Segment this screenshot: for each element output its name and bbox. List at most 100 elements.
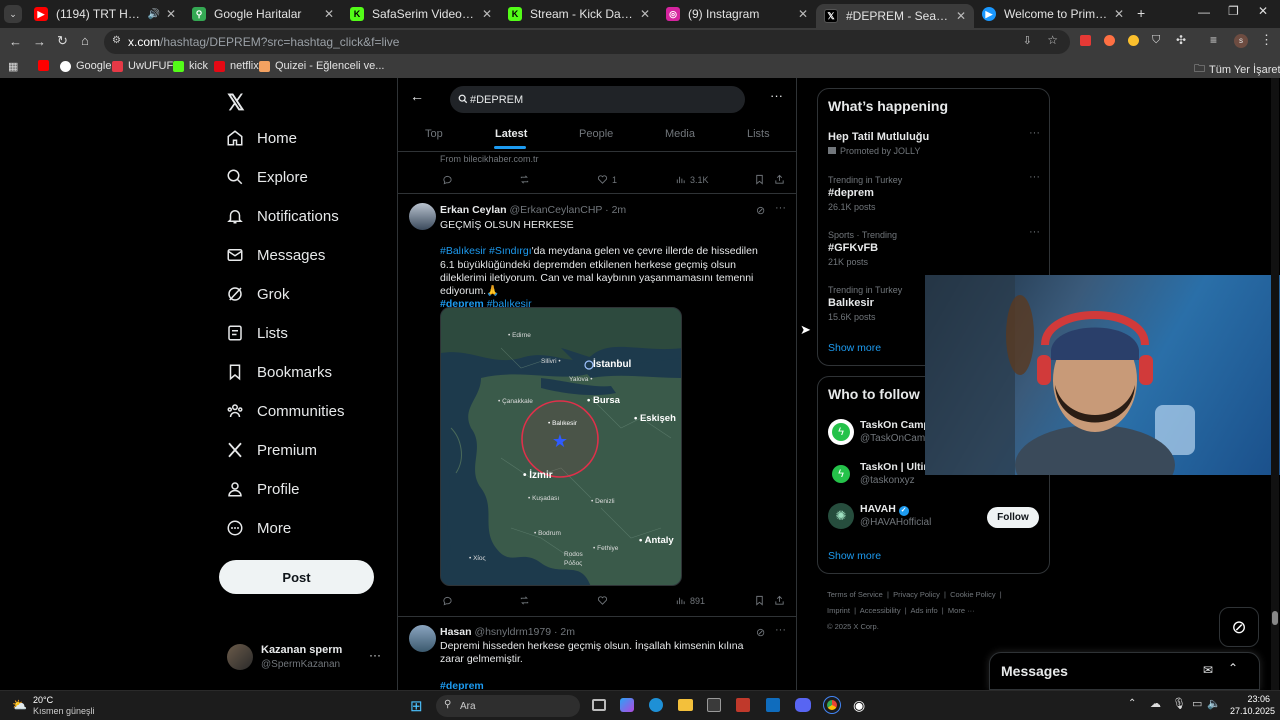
expand-icon[interactable]: ⌃: [1228, 661, 1238, 675]
close-tab-icon[interactable]: ✕: [956, 9, 966, 23]
app-icon[interactable]: [736, 698, 750, 712]
tab-latest[interactable]: Latest: [495, 128, 527, 140]
browser-tab-4[interactable]: K Stream - Kick Dashboard ✕: [500, 2, 658, 26]
extension-icon[interactable]: [1128, 35, 1139, 46]
follow-button[interactable]: Follow: [987, 507, 1039, 528]
search-input[interactable]: #DEPREM: [450, 86, 745, 113]
new-tab-icon[interactable]: +: [1137, 5, 1145, 21]
more-dots-icon[interactable]: ···: [1029, 171, 1040, 183]
nav-bookmarks[interactable]: Bookmarks: [226, 363, 332, 381]
more-dots-icon[interactable]: ···: [775, 202, 786, 214]
author-name[interactable]: Erkan Ceylan: [440, 204, 507, 216]
like-button[interactable]: [597, 595, 612, 606]
browser-tab-6-active[interactable]: 𝕏 #DEPREM - Search / X ✕: [816, 4, 974, 28]
share-button[interactable]: [774, 174, 789, 185]
bookmark-button[interactable]: [754, 595, 769, 606]
hashtag-link[interactable]: #Balıkesir #Sındırgı: [440, 245, 532, 257]
task-view-icon[interactable]: [592, 699, 606, 711]
file-explorer-icon[interactable]: [678, 699, 693, 711]
scrollbar[interactable]: [1271, 78, 1279, 690]
more-dots-icon[interactable]: ···: [369, 648, 381, 662]
shield-icon[interactable]: ⛉: [1152, 34, 1160, 47]
follow-suggestion[interactable]: ✺ HAVAH ✓ @HAVAHofficial Follow: [828, 501, 1040, 533]
outlook-icon[interactable]: [766, 698, 780, 712]
grok-icon[interactable]: ⊘: [756, 204, 765, 217]
hashtag-link[interactable]: #deprem: [440, 680, 484, 690]
more-dots-icon[interactable]: ···: [770, 88, 783, 103]
nav-more[interactable]: More: [226, 519, 291, 537]
chrome-icon[interactable]: [823, 696, 841, 714]
bookmark-kick[interactable]: kick: [173, 60, 208, 72]
nav-messages[interactable]: Messages: [226, 246, 325, 264]
x-logo-icon[interactable]: 𝕏: [227, 90, 245, 116]
footer-link[interactable]: More ···: [948, 606, 975, 615]
grok-icon[interactable]: ⊘: [756, 626, 765, 639]
edge-icon[interactable]: [649, 698, 663, 712]
trend-item[interactable]: Sports · Trending #GFKvFB 21K posts ···: [828, 226, 1040, 267]
new-message-icon[interactable]: ✉: [1203, 663, 1213, 677]
taskbar-search[interactable]: ⚲ Ara: [436, 695, 580, 717]
repost-button[interactable]: [519, 595, 534, 606]
cloud-icon[interactable]: ☁: [1150, 697, 1161, 710]
account-switcher[interactable]: Kazanan sperm @SpermKazanan ···: [219, 636, 389, 676]
browser-tab-2[interactable]: ⚲ Google Haritalar ✕: [184, 2, 342, 26]
footer-link[interactable]: Ads info: [911, 606, 938, 615]
nav-explore[interactable]: Explore: [226, 168, 308, 186]
monitor-icon[interactable]: ▭: [1192, 697, 1202, 710]
clock[interactable]: 23:06 27.10.2025: [1230, 693, 1275, 717]
share-button[interactable]: [774, 595, 789, 606]
tray-chevron-icon[interactable]: ⌃: [1128, 698, 1136, 709]
trend-item[interactable]: Trending in Turkey Balıkesir 15.6K posts: [828, 285, 928, 322]
puzzle-icon[interactable]: ✣: [1176, 33, 1186, 47]
show-more-link[interactable]: Show more: [828, 550, 881, 562]
extension-icon[interactable]: [1080, 35, 1091, 46]
profile-avatar-icon[interactable]: s: [1234, 34, 1248, 48]
nav-profile[interactable]: Profile: [226, 480, 300, 498]
audio-icon[interactable]: 🔊: [147, 9, 159, 20]
browser-tab-1[interactable]: ▶ (1194) TRT Haber Canlı Yayın 🔊 ✕: [26, 2, 184, 26]
bookmark-netflix[interactable]: netflix: [214, 60, 259, 72]
more-dots-icon[interactable]: ···: [1029, 127, 1040, 139]
minimize-icon[interactable]: —: [1198, 5, 1210, 19]
media-icon[interactable]: ≡: [1210, 33, 1217, 47]
bookmark-google[interactable]: Google: [60, 60, 111, 72]
extension-icon[interactable]: [1104, 35, 1115, 46]
show-more-link[interactable]: Show more: [828, 342, 881, 354]
microphone-icon[interactable]: 🎙: [1172, 697, 1186, 710]
bookmark-star-icon[interactable]: ☆: [1047, 33, 1058, 47]
tab-lists[interactable]: Lists: [747, 128, 770, 140]
back-arrow-icon[interactable]: ←: [410, 88, 424, 104]
close-tab-icon[interactable]: ✕: [1114, 7, 1124, 21]
scrollbar-thumb[interactable]: [1272, 611, 1278, 625]
nav-lists[interactable]: Lists: [226, 324, 288, 342]
footer-link[interactable]: Accessibility: [860, 606, 901, 615]
views-button[interactable]: 891: [675, 595, 705, 606]
bookmark-uwufufu[interactable]: UwUFUFU: [112, 60, 181, 72]
site-info-icon[interactable]: ⚙: [112, 35, 121, 46]
trend-item[interactable]: Trending in Turkey #deprem 26.1K posts ·…: [828, 171, 1040, 212]
more-dots-icon[interactable]: ···: [1029, 226, 1040, 238]
trend-item[interactable]: Hep Tatil Mutluluğu Promoted by JOLLY ··…: [828, 127, 1040, 156]
tweet-erkan-ceylan[interactable]: Erkan Ceylan @ErkanCeylanCHP · 2m ⊘ ··· …: [398, 194, 797, 616]
tab-people[interactable]: People: [579, 128, 613, 140]
store-icon[interactable]: [707, 698, 721, 712]
footer-link[interactable]: Imprint: [827, 606, 850, 615]
copilot-icon[interactable]: [620, 698, 634, 712]
weather-widget[interactable]: ⛅ 20°C Kısmen güneşli: [8, 694, 118, 718]
install-app-icon[interactable]: ⇩: [1023, 34, 1032, 47]
menu-kebab-icon[interactable]: ⋮: [1260, 32, 1273, 48]
bookmark-youtube[interactable]: [38, 60, 54, 71]
reply-button[interactable]: [442, 174, 457, 185]
browser-tab-7[interactable]: ▶ Welcome to Prime Video ✕: [974, 2, 1132, 26]
speaker-icon[interactable]: 🔈: [1207, 697, 1221, 710]
messages-drawer[interactable]: Messages ✉ ⌃: [989, 652, 1260, 690]
obs-icon[interactable]: ◉: [853, 697, 865, 714]
close-tab-icon[interactable]: ✕: [482, 7, 492, 21]
apps-grid-icon[interactable]: ▦: [8, 60, 18, 73]
avatar[interactable]: [409, 625, 436, 652]
post-button[interactable]: Post: [219, 560, 374, 594]
tweet-hasan[interactable]: Hasan @hsnyldrm1979 · 2m ⊘ ··· Depremi h…: [398, 617, 797, 690]
close-tab-icon[interactable]: ✕: [166, 7, 176, 21]
nav-notifications[interactable]: Notifications: [226, 207, 339, 225]
bookmark-quizei[interactable]: Quizei - Eğlenceli ve...: [259, 60, 384, 72]
